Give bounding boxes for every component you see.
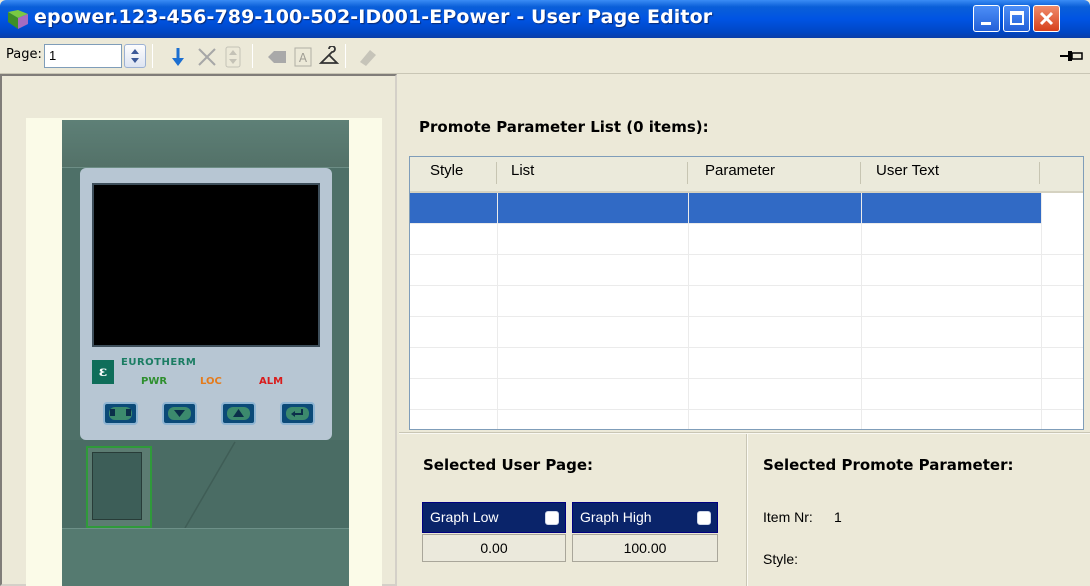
graph-low-toggle[interactable]: Graph Low <box>422 502 566 533</box>
graph-low-label: Graph Low <box>430 509 499 525</box>
ethernet-port-socket <box>92 452 142 520</box>
up-key-button[interactable] <box>221 402 256 425</box>
device-screen <box>92 183 320 347</box>
hanger-icon[interactable] <box>318 46 340 68</box>
grid-line <box>861 193 862 429</box>
page-input[interactable]: 1 <box>44 44 122 68</box>
loc-indicator: LOC <box>200 376 222 387</box>
selected-promote-parameter-title: Selected Promote Parameter: <box>763 456 1014 474</box>
page-spinner[interactable] <box>124 44 146 68</box>
pin-icon[interactable] <box>1058 48 1084 64</box>
column-parameter[interactable]: Parameter <box>705 162 775 179</box>
page-key-button[interactable] <box>103 402 138 425</box>
close-icon <box>1039 11 1054 26</box>
device-top-cap <box>62 120 349 168</box>
eraser-icon[interactable] <box>356 46 378 68</box>
grid-line <box>688 193 689 429</box>
column-separator[interactable] <box>687 162 688 184</box>
svg-text:A: A <box>299 51 308 65</box>
page-label: Page: <box>6 47 42 62</box>
spinner-arrows-icon <box>131 49 139 63</box>
minimize-button[interactable] <box>973 5 1000 32</box>
label-tag-icon[interactable] <box>266 46 288 68</box>
list-row[interactable] <box>410 193 1042 224</box>
column-separator[interactable] <box>860 162 861 184</box>
column-list[interactable]: List <box>511 162 534 179</box>
alm-indicator: ALM <box>259 376 284 387</box>
device-bottom-panel <box>62 528 349 586</box>
graph-low-value[interactable]: 0.00 <box>422 534 566 562</box>
window-title: epower.123-456-789-100-502-ID001-EPower … <box>34 6 713 28</box>
item-nr-label: Item Nr: <box>763 509 813 525</box>
item-nr-value: 1 <box>834 509 842 525</box>
move-updown-icon[interactable] <box>222 46 244 68</box>
move-down-icon[interactable] <box>167 46 189 68</box>
section-divider <box>399 432 1090 434</box>
title-bar[interactable]: epower.123-456-789-100-502-ID001-EPower … <box>0 0 1090 38</box>
list-row[interactable] <box>410 410 1083 429</box>
list-row[interactable] <box>410 224 1083 255</box>
selected-user-page-title: Selected User Page: <box>423 456 594 474</box>
eurotherm-logo-icon: ε <box>92 360 114 384</box>
scroll-key-button[interactable] <box>162 402 197 425</box>
graph-low-checkbox[interactable] <box>545 511 559 525</box>
pwr-indicator: PWR <box>141 376 168 387</box>
list-row[interactable] <box>410 255 1083 286</box>
list-row[interactable] <box>410 317 1083 348</box>
style-label: Style: <box>763 551 799 567</box>
list-row[interactable] <box>410 286 1083 317</box>
column-style[interactable]: Style <box>430 162 463 179</box>
toolbar-separator <box>345 44 346 68</box>
device-diagonal-line <box>184 441 236 529</box>
minimize-icon <box>981 22 991 25</box>
maximize-button[interactable] <box>1003 5 1030 32</box>
section-divider <box>746 434 748 586</box>
graph-high-checkbox[interactable] <box>697 511 711 525</box>
column-user-text[interactable]: User Text <box>876 162 939 179</box>
delete-icon[interactable] <box>196 46 218 68</box>
toolbar-separator <box>152 44 153 68</box>
maximize-icon <box>1010 11 1024 25</box>
page-key-icon <box>110 409 131 416</box>
graph-high-value[interactable]: 100.00 <box>572 534 718 562</box>
grid-line <box>497 193 498 429</box>
enter-key-button[interactable] <box>280 402 315 425</box>
scroll-down-icon <box>174 410 185 417</box>
close-button[interactable] <box>1033 5 1060 32</box>
enter-icon <box>291 409 303 417</box>
list-row[interactable] <box>410 348 1083 379</box>
up-arrow-icon <box>233 409 244 417</box>
text-field-icon[interactable]: A <box>292 46 314 68</box>
toolbar: Page: 1 A <box>0 38 1090 74</box>
graph-high-label: Graph High <box>580 509 652 525</box>
toolbar-separator <box>252 44 253 68</box>
column-separator[interactable] <box>496 162 497 184</box>
device-brand: EUROTHERM <box>121 357 197 368</box>
list-row[interactable] <box>410 379 1083 410</box>
graph-high-toggle[interactable]: Graph High <box>572 502 718 533</box>
app-icon <box>8 10 28 29</box>
column-separator[interactable] <box>1039 162 1040 184</box>
promote-list-title: Promote Parameter List (0 items): <box>419 118 709 136</box>
grid-line <box>1041 193 1042 429</box>
